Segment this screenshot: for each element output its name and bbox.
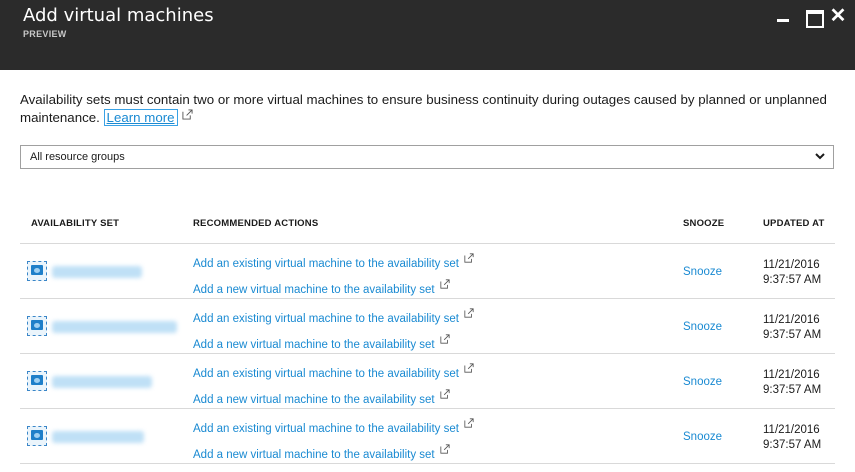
table-row: Add an existing virtual machine to the a… bbox=[20, 409, 835, 464]
blade-header: Add virtual machines PREVIEW ✕ bbox=[0, 0, 855, 70]
add-existing-vm-label: Add an existing virtual machine to the a… bbox=[193, 423, 459, 435]
learn-more-link[interactable]: Learn more bbox=[103, 109, 178, 126]
row-divider bbox=[20, 463, 835, 464]
header-recommended-actions: RECOMMENDED ACTIONS bbox=[193, 218, 319, 229]
updated-at: 11/21/2016 9:37:57 AM bbox=[763, 313, 821, 343]
external-link-icon bbox=[440, 334, 450, 344]
availability-set-name[interactable] bbox=[52, 431, 144, 443]
updated-at: 11/21/2016 9:37:57 AM bbox=[763, 258, 821, 288]
snooze-link[interactable]: Snooze bbox=[683, 321, 722, 333]
add-new-vm-link[interactable]: Add a new virtual machine to the availab… bbox=[193, 334, 450, 351]
add-existing-vm-link[interactable]: Add an existing virtual machine to the a… bbox=[193, 308, 474, 325]
add-existing-vm-label: Add an existing virtual machine to the a… bbox=[193, 368, 459, 380]
external-link-icon bbox=[440, 389, 450, 399]
add-existing-vm-label: Add an existing virtual machine to the a… bbox=[193, 313, 459, 325]
dropdown-selected-value: All resource groups bbox=[30, 151, 125, 163]
table-row: Add an existing virtual machine to the a… bbox=[20, 244, 835, 299]
add-new-vm-link[interactable]: Add a new virtual machine to the availab… bbox=[193, 389, 450, 406]
external-link-icon bbox=[464, 418, 474, 428]
minimize-icon[interactable] bbox=[773, 6, 793, 26]
updated-at: 11/21/2016 9:37:57 AM bbox=[763, 368, 821, 398]
updated-time: 9:37:57 AM bbox=[763, 439, 822, 451]
blade-subtitle: PREVIEW bbox=[23, 29, 67, 39]
description: Availability sets must contain two or mo… bbox=[20, 91, 835, 127]
add-new-vm-link[interactable]: Add a new virtual machine to the availab… bbox=[193, 279, 450, 296]
blade-title: Add virtual machines bbox=[23, 5, 214, 26]
snooze-link[interactable]: Snooze bbox=[683, 376, 722, 388]
table-row: Add an existing virtual machine to the a… bbox=[20, 299, 835, 354]
snooze-link[interactable]: Snooze bbox=[683, 431, 722, 443]
add-existing-vm-link[interactable]: Add an existing virtual machine to the a… bbox=[193, 418, 474, 435]
add-existing-vm-label: Add an existing virtual machine to the a… bbox=[193, 258, 459, 270]
add-existing-vm-link[interactable]: Add an existing virtual machine to the a… bbox=[193, 253, 474, 270]
updated-time: 9:37:57 AM bbox=[763, 329, 822, 341]
add-new-vm-label: Add a new virtual machine to the availab… bbox=[193, 339, 435, 351]
updated-at: 11/21/2016 9:37:57 AM bbox=[763, 423, 821, 453]
header-updated-at: UPDATED AT bbox=[763, 218, 825, 229]
availability-set-name[interactable] bbox=[52, 376, 152, 388]
external-link-icon bbox=[182, 109, 193, 120]
updated-date: 11/21/2016 bbox=[763, 314, 820, 326]
header-snooze: SNOOZE bbox=[683, 218, 725, 229]
availability-set-icon bbox=[27, 426, 47, 446]
updated-date: 11/21/2016 bbox=[763, 369, 820, 381]
close-icon[interactable]: ✕ bbox=[828, 6, 848, 26]
availability-set-icon bbox=[27, 316, 47, 336]
external-link-icon bbox=[464, 253, 474, 263]
table-row: Add an existing virtual machine to the a… bbox=[20, 354, 835, 409]
updated-time: 9:37:57 AM bbox=[763, 274, 822, 286]
external-link-icon bbox=[440, 444, 450, 454]
add-new-vm-label: Add a new virtual machine to the availab… bbox=[193, 284, 435, 296]
chevron-down-icon bbox=[815, 153, 825, 160]
availability-set-name[interactable] bbox=[52, 321, 177, 333]
add-new-vm-label: Add a new virtual machine to the availab… bbox=[193, 394, 435, 406]
updated-date: 11/21/2016 bbox=[763, 259, 820, 271]
availability-set-name[interactable] bbox=[52, 266, 142, 278]
snooze-link[interactable]: Snooze bbox=[683, 266, 722, 278]
external-link-icon bbox=[464, 363, 474, 373]
external-link-icon bbox=[440, 279, 450, 289]
availability-set-icon bbox=[27, 371, 47, 391]
external-link-icon bbox=[464, 308, 474, 318]
updated-time: 9:37:57 AM bbox=[763, 384, 822, 396]
header-availability-set: AVAILABILITY SET bbox=[31, 218, 120, 229]
availability-set-icon bbox=[27, 261, 47, 281]
add-new-vm-link[interactable]: Add a new virtual machine to the availab… bbox=[193, 444, 450, 461]
updated-date: 11/21/2016 bbox=[763, 424, 820, 436]
maximize-icon[interactable] bbox=[803, 6, 824, 28]
add-new-vm-label: Add a new virtual machine to the availab… bbox=[193, 449, 435, 461]
resource-group-dropdown[interactable]: All resource groups bbox=[20, 145, 834, 169]
add-existing-vm-link[interactable]: Add an existing virtual machine to the a… bbox=[193, 363, 474, 380]
